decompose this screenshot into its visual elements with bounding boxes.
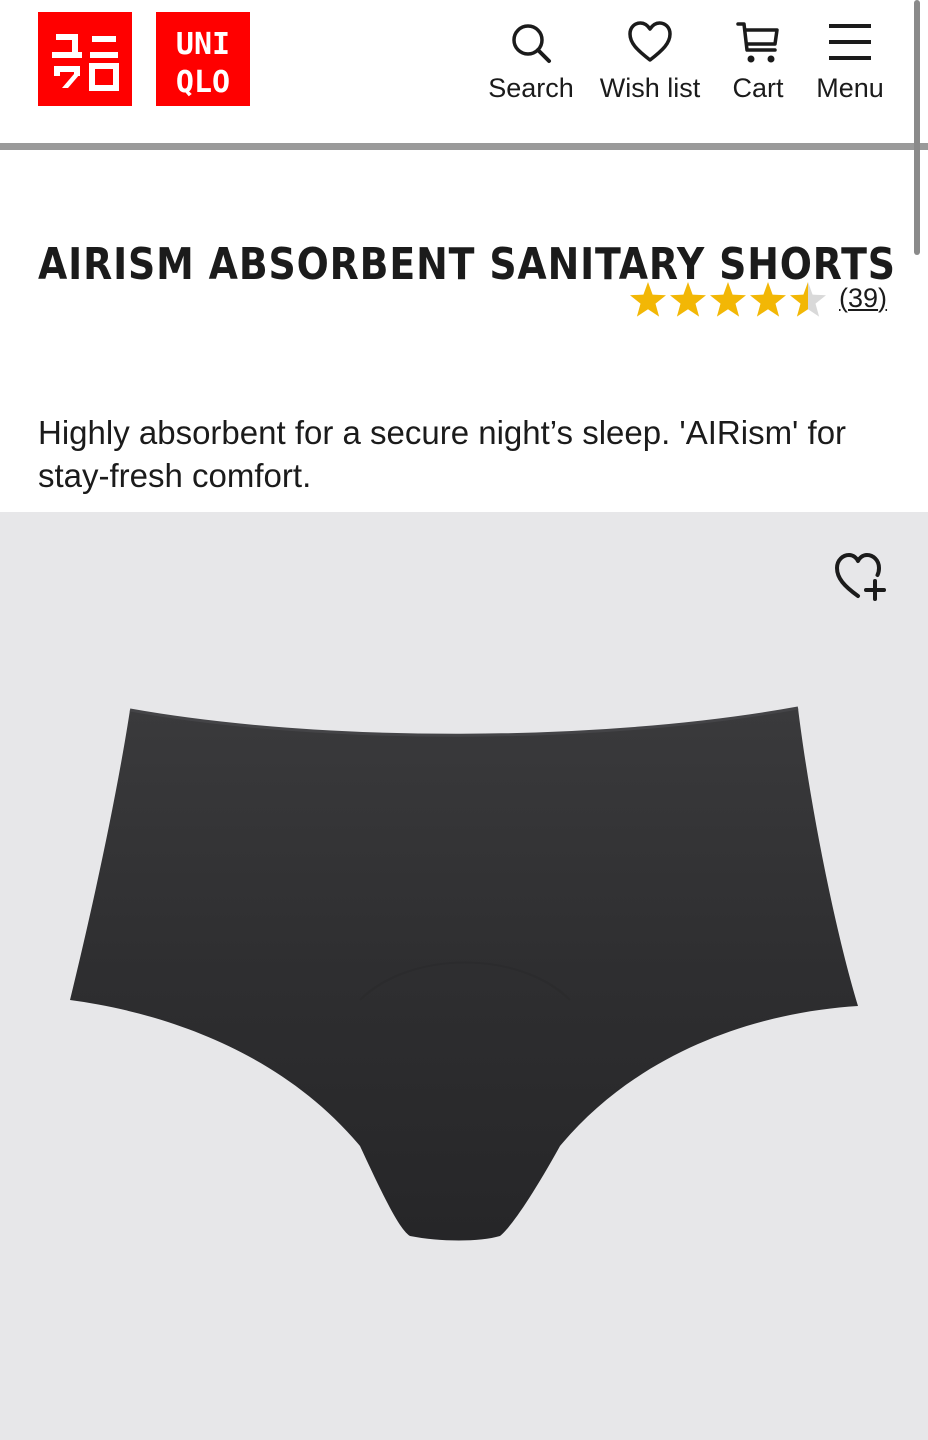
heart-icon <box>628 21 672 62</box>
heart-plus-icon[interactable] <box>832 548 890 606</box>
search-button[interactable]: Search <box>482 0 580 143</box>
wishlist-button[interactable]: Wish list <box>592 0 708 143</box>
rating-star <box>670 282 706 317</box>
uniqlo-katakana-logo[interactable] <box>38 12 132 106</box>
menu-button[interactable]: Menu <box>808 0 892 143</box>
rating-star <box>630 282 666 317</box>
search-label: Search <box>488 73 574 103</box>
header-divider <box>0 143 928 150</box>
page-scrollbar[interactable] <box>914 0 920 255</box>
logo-text-top: UNI <box>176 27 230 62</box>
uniqlo-logo[interactable]: UNI QLO <box>156 12 250 106</box>
uniqlo-wordmark: UNI QLO <box>176 27 230 100</box>
product-image <box>70 706 858 1241</box>
search-icon <box>512 24 551 63</box>
wishlist-label: Wish list <box>599 73 701 103</box>
rating-stars <box>630 282 826 317</box>
cart-label: Cart <box>732 73 784 103</box>
cart-icon <box>736 22 779 63</box>
menu-label: Menu <box>816 73 884 103</box>
site-header: UNI QLO Search Wish list Cart Menu <box>0 0 928 143</box>
logo-text-bottom: QLO <box>176 65 230 100</box>
rating-star <box>750 282 786 317</box>
cart-button[interactable]: Cart <box>720 0 796 143</box>
rating-star <box>790 282 826 317</box>
review-count-link[interactable]: (39) <box>839 283 887 314</box>
hamburger-icon <box>829 24 871 60</box>
katakana-logo-icon <box>52 34 119 91</box>
rating-star <box>710 282 746 317</box>
review-count: 39 <box>848 283 879 313</box>
product-description: Highly absorbent for a secure night’s sl… <box>38 414 847 494</box>
